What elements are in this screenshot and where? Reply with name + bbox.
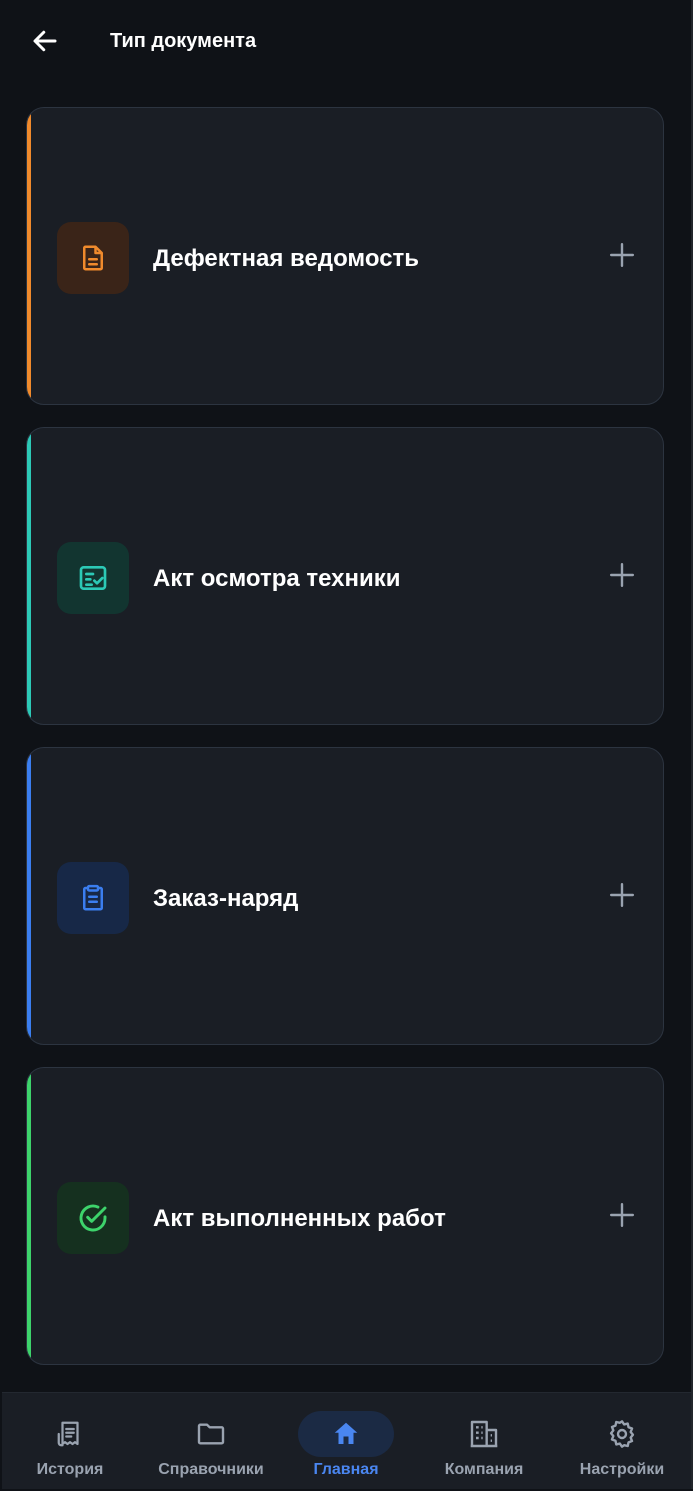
plus-icon — [609, 562, 635, 588]
nav-label: Настройки — [579, 1461, 665, 1478]
plus-icon — [609, 1202, 635, 1228]
card-icon-box — [57, 862, 129, 934]
nav-item-company[interactable]: Компания — [436, 1393, 532, 1489]
page-title: Тип документа — [110, 30, 257, 52]
clipboard-icon — [83, 884, 103, 911]
header: Тип документа — [2, 0, 691, 84]
nav-icon-container — [22, 1411, 118, 1457]
add-button[interactable] — [605, 558, 639, 592]
doc-type-card-work-order[interactable]: Заказ-наряд — [26, 747, 664, 1045]
plus-icon — [609, 242, 635, 268]
nav-label: История — [36, 1461, 104, 1478]
nav-icon-container — [574, 1411, 670, 1457]
home-icon — [334, 1422, 358, 1444]
checklist-icon — [79, 566, 107, 590]
folder-icon — [197, 1423, 225, 1445]
receipt-icon — [57, 1421, 79, 1447]
nav-label: Справочники — [158, 1461, 264, 1478]
card-accent-bar — [27, 108, 31, 404]
card-icon-box — [57, 1182, 129, 1254]
nav-item-home[interactable]: Главная — [298, 1393, 394, 1489]
arrow-left-icon — [33, 30, 57, 52]
nav-label: Главная — [313, 1461, 379, 1478]
card-accent-bar — [27, 1068, 31, 1364]
plus-icon — [609, 882, 635, 908]
nav-item-references[interactable]: Справочники — [151, 1393, 271, 1489]
card-label: Акт выполненных работ — [153, 1205, 446, 1232]
back-button[interactable] — [28, 24, 62, 58]
nav-item-history[interactable]: История — [22, 1393, 118, 1489]
check-circle-icon — [79, 1204, 107, 1232]
gear-icon — [609, 1420, 635, 1448]
app-screen: Тип документа Дефектная ведомость Акт ос… — [2, 0, 693, 1489]
doc-type-card-completion-act[interactable]: Акт выполненных работ — [26, 1067, 664, 1365]
add-button[interactable] — [605, 238, 639, 272]
add-button[interactable] — [605, 878, 639, 912]
card-label: Заказ-наряд — [153, 885, 299, 912]
card-label: Дефектная ведомость — [153, 245, 420, 272]
bottom-navigation: История Справочники Главная Компания Нас… — [2, 1392, 691, 1489]
card-icon-box — [57, 222, 129, 294]
nav-icon-container — [163, 1411, 259, 1457]
card-accent-bar — [27, 748, 31, 1044]
nav-label: Компания — [444, 1461, 524, 1478]
document-icon — [83, 245, 103, 271]
card-label: Акт осмотра техники — [153, 565, 401, 592]
nav-item-settings[interactable]: Настройки — [574, 1393, 670, 1489]
doc-type-card-inspection-act[interactable]: Акт осмотра техники — [26, 427, 664, 725]
card-accent-bar — [27, 428, 31, 724]
nav-icon-container — [298, 1411, 394, 1457]
building-icon — [470, 1420, 498, 1448]
card-icon-box — [57, 542, 129, 614]
doc-type-card-defect-list[interactable]: Дефектная ведомость — [26, 107, 664, 405]
add-button[interactable] — [605, 1198, 639, 1232]
nav-icon-container — [436, 1411, 532, 1457]
